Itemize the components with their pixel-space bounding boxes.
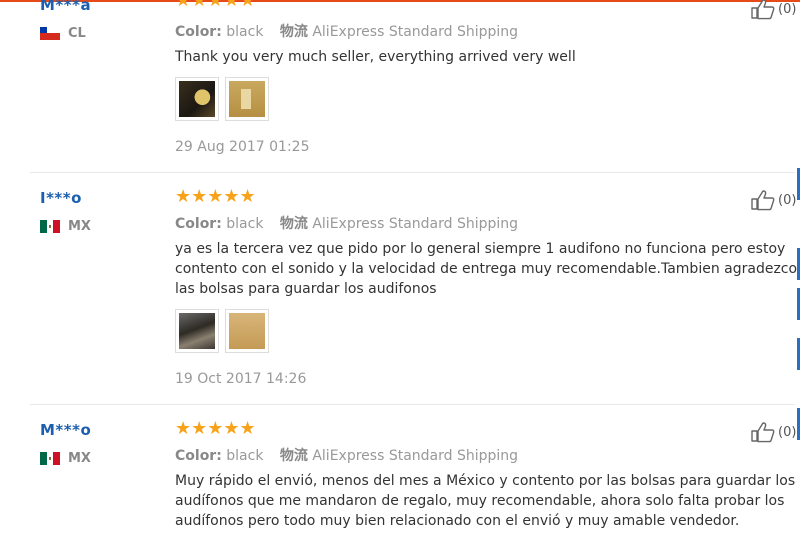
color-value: black bbox=[226, 24, 264, 40]
review-photos bbox=[175, 77, 269, 121]
review-text: Muy rápido el envió, menos del mes a Méx… bbox=[175, 473, 796, 529]
reviewer-name[interactable]: M***a bbox=[40, 0, 91, 14]
color-value: black bbox=[226, 448, 264, 464]
shipping-method: AliExpress Standard Shipping bbox=[312, 216, 519, 232]
color-label: Color: bbox=[175, 448, 222, 464]
chile-flag-icon bbox=[40, 27, 60, 40]
review-photos bbox=[175, 309, 269, 353]
shipping-label: 物流 bbox=[279, 24, 308, 40]
mexico-flag-icon bbox=[40, 452, 60, 465]
star-rating: ★★★★★ bbox=[175, 418, 256, 439]
helpful-count: (0) bbox=[778, 192, 797, 208]
reviewer-country: CL bbox=[40, 26, 86, 41]
color-value: black bbox=[226, 216, 264, 232]
color-label: Color: bbox=[175, 24, 222, 40]
order-info: Color: black 物流 AliExpress Standard Ship… bbox=[175, 445, 518, 465]
shipping-method: AliExpress Standard Shipping bbox=[312, 448, 519, 464]
review-photo-thumb[interactable] bbox=[175, 309, 219, 353]
shipping-label: 物流 bbox=[279, 216, 308, 232]
top-accent-line bbox=[0, 0, 800, 2]
helpful-button[interactable]: (0) bbox=[750, 0, 796, 20]
review-divider bbox=[30, 172, 795, 173]
order-info: Color: black 物流 AliExpress Standard Ship… bbox=[175, 213, 518, 233]
review-date: 29 Aug 2017 01:25 bbox=[175, 139, 310, 155]
star-rating: ★★★★★ bbox=[175, 0, 256, 11]
star-rating: ★★★★★ bbox=[175, 186, 256, 207]
color-label: Color: bbox=[175, 216, 222, 232]
review-date: 19 Oct 2017 14:26 bbox=[175, 371, 307, 387]
reviewer-country: MX bbox=[40, 451, 91, 466]
helpful-button[interactable]: (0) bbox=[750, 421, 796, 443]
package-photo-icon bbox=[229, 313, 265, 349]
product-photo-icon bbox=[179, 313, 215, 349]
thumbs-up-icon bbox=[751, 0, 775, 20]
reviewer-country: MX bbox=[40, 219, 91, 234]
review-text: Thank you very much seller, everything a… bbox=[175, 49, 576, 65]
helpful-count: (0) bbox=[778, 424, 797, 440]
country-code: MX bbox=[68, 451, 91, 466]
shipping-method: AliExpress Standard Shipping bbox=[312, 24, 519, 40]
review-text: ya es la tercera vez que pido por lo gen… bbox=[175, 241, 798, 297]
helpful-count: (0) bbox=[778, 1, 797, 17]
review-photo-thumb[interactable] bbox=[225, 77, 269, 121]
order-info: Color: black 物流 AliExpress Standard Ship… bbox=[175, 21, 518, 41]
mexico-flag-icon bbox=[40, 220, 60, 233]
thumbs-up-icon bbox=[751, 422, 775, 443]
review-photo-thumb[interactable] bbox=[225, 309, 269, 353]
country-code: MX bbox=[68, 219, 91, 234]
review-divider bbox=[30, 404, 795, 405]
reviewer-name[interactable]: M***o bbox=[40, 421, 91, 439]
review-photo-thumb[interactable] bbox=[175, 77, 219, 121]
reviewer-name[interactable]: I***o bbox=[40, 189, 82, 207]
shipping-label: 物流 bbox=[279, 448, 308, 464]
helpful-button[interactable]: (0) bbox=[750, 189, 796, 211]
product-photo-icon bbox=[179, 81, 215, 117]
country-code: CL bbox=[68, 26, 86, 41]
thumbs-up-icon bbox=[751, 190, 775, 211]
package-photo-icon bbox=[229, 81, 265, 117]
